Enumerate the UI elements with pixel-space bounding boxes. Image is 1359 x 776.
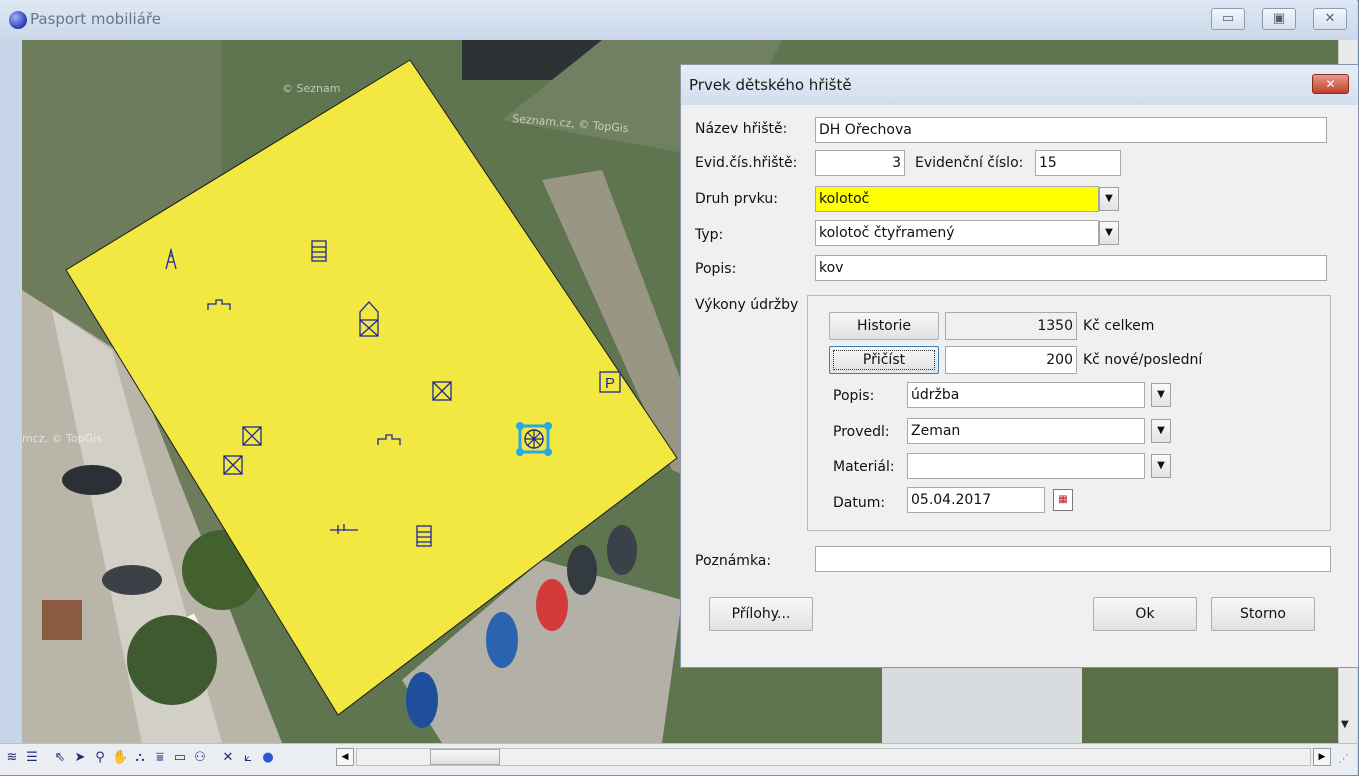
dialog-title: Prvek dětského hřiště	[689, 76, 852, 94]
minimize-button[interactable]: ▭	[1211, 8, 1245, 30]
parking-sign-label: P	[605, 375, 615, 392]
scroll-left-icon[interactable]: ◀	[336, 748, 354, 766]
window-close-button[interactable]: ✕	[1313, 8, 1347, 30]
druh-label: Druh prvku:	[695, 191, 778, 207]
window-title-bar[interactable]: Pasport mobiliáře ▭ ▣ ✕	[0, 0, 1357, 40]
evid-label: Evid.čís.hřiště:	[695, 155, 798, 171]
evid-field[interactable]: 3	[815, 150, 905, 176]
m-popis-select[interactable]: údržba	[907, 382, 1145, 408]
material-select[interactable]	[907, 453, 1145, 479]
provedl-label: Provedl:	[833, 424, 890, 440]
pointer-icon[interactable]: ➤	[72, 750, 88, 766]
distance-icon[interactable]: ⩸	[152, 750, 168, 766]
material-label: Materiál:	[833, 459, 895, 475]
rectangle-icon[interactable]: ▭	[172, 750, 188, 766]
map-watermark: mcz, © TopGis	[22, 432, 102, 445]
historie-value: 1350	[945, 312, 1077, 340]
tree	[127, 615, 217, 705]
nazev-field[interactable]: DH Ořechova	[815, 117, 1327, 143]
parked-car	[536, 579, 568, 631]
datum-field[interactable]: 05.04.2017	[907, 487, 1045, 513]
provedl-select[interactable]: Zeman	[907, 418, 1145, 444]
typ-label: Typ:	[695, 227, 724, 243]
scroll-right-icon[interactable]: ▶	[1313, 748, 1331, 766]
nazev-label: Název hřiště:	[695, 121, 788, 137]
historie-button[interactable]: Historie	[829, 312, 939, 340]
dialog-title-bar[interactable]: Prvek dětského hřiště ✕	[681, 65, 1358, 105]
vegetation-area	[1082, 660, 1338, 743]
chevron-down-icon[interactable]: ▼	[1151, 383, 1171, 407]
ok-button[interactable]: Ok	[1093, 597, 1197, 631]
select-arrow-icon[interactable]: ⇖	[52, 750, 68, 766]
popis-field[interactable]: kov	[815, 255, 1327, 281]
parked-car	[486, 612, 518, 668]
chevron-down-icon[interactable]: ▼	[1151, 454, 1171, 478]
window-title: Pasport mobiliáře	[30, 10, 161, 28]
layers-icon[interactable]: ≋	[4, 750, 20, 766]
evidencni-field[interactable]: 15	[1035, 150, 1121, 176]
chevron-down-icon[interactable]: ▼	[1099, 221, 1119, 245]
snap-icon[interactable]: ✕	[220, 750, 236, 766]
zoom-icon[interactable]: ⚲	[92, 750, 108, 766]
point-icon[interactable]: ●	[260, 750, 276, 766]
carousel-icon-selected[interactable]	[516, 422, 552, 456]
prilohy-button[interactable]: Přílohy...	[709, 597, 813, 631]
calendar-icon[interactable]: ▦	[1053, 489, 1073, 511]
horizontal-scroll-thumb[interactable]	[430, 749, 500, 765]
chevron-down-icon[interactable]: ▼	[1151, 419, 1171, 443]
legend-icon[interactable]: ☰	[24, 750, 40, 766]
pricist-field[interactable]: 200	[945, 346, 1077, 374]
chevron-down-icon[interactable]: ▼	[1099, 187, 1119, 211]
scroll-down-icon[interactable]: ▼	[1341, 719, 1349, 730]
kc-nove-label: Kč nové/poslední	[1083, 352, 1203, 368]
element-dialog: Prvek dětského hřiště ✕ Název hřiště: DH…	[680, 64, 1359, 668]
popis-label: Popis:	[695, 261, 737, 277]
datum-label: Datum:	[833, 495, 886, 511]
storno-button[interactable]: Storno	[1211, 597, 1315, 631]
typ-select[interactable]: kolotoč čtyřramený	[815, 220, 1099, 246]
resize-grip-icon[interactable]: ⋰	[1338, 752, 1349, 765]
globe-icon	[9, 11, 27, 29]
identify-icon[interactable]: ⚇	[192, 750, 208, 766]
dialog-close-button[interactable]: ✕	[1312, 74, 1349, 94]
maximize-button[interactable]: ▣	[1262, 8, 1296, 30]
parked-car	[406, 672, 438, 728]
parked-car	[102, 565, 162, 595]
druh-select[interactable]: kolotoč	[815, 186, 1099, 212]
kc-celkem-label: Kč celkem	[1083, 318, 1155, 334]
edit-vertices-icon[interactable]: ⟀	[240, 750, 256, 766]
parked-car	[607, 525, 637, 575]
poznamka-field[interactable]	[815, 546, 1331, 572]
poznamka-label: Poznámka:	[695, 553, 772, 569]
vykony-label: Výkony údržby	[695, 297, 799, 313]
map-watermark: © Seznam	[282, 82, 340, 95]
pan-hand-icon[interactable]: ✋	[112, 750, 128, 766]
parked-car	[62, 465, 122, 495]
parked-car	[567, 545, 597, 595]
building-roof	[42, 600, 82, 640]
evidencni-label: Evidenční číslo:	[915, 155, 1024, 171]
left-margin	[0, 40, 22, 743]
m-popis-label: Popis:	[833, 388, 875, 404]
measure-icon[interactable]: ⛬	[132, 750, 148, 766]
pricist-button[interactable]: Přičíst	[829, 346, 939, 374]
